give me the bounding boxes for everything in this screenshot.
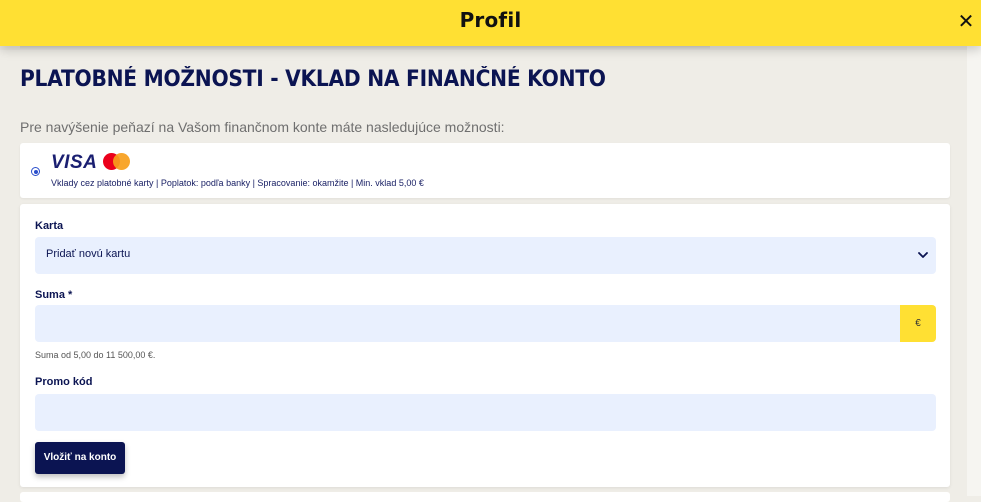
amount-label: Suma * <box>35 289 73 301</box>
scroll-edge <box>0 46 981 50</box>
deposit-form: Karta Pridať novú kartu Suma * € Suma od… <box>20 204 950 487</box>
card-label: Karta <box>35 220 64 232</box>
next-payment-method-card[interactable] <box>20 492 950 502</box>
deposit-submit-button[interactable]: Vložiť na konto <box>35 442 125 474</box>
scrollbar-track[interactable] <box>967 46 981 496</box>
visa-logo: VISA <box>51 152 98 173</box>
payment-method-description: Vklady cez platobné karty | Poplatok: po… <box>51 178 424 188</box>
chevron-down-icon <box>918 252 928 258</box>
promo-code-field[interactable] <box>35 394 936 431</box>
card-select[interactable]: Pridať novú kartu <box>35 237 936 274</box>
promo-label: Promo kód <box>35 376 93 388</box>
card-select-value: Pridať novú kartu <box>46 248 131 260</box>
payment-method-card[interactable]: VISA Vklady cez platobné karty | Poplato… <box>20 143 950 198</box>
amount-field[interactable]: € <box>35 305 936 342</box>
page-title: Profil <box>459 8 522 32</box>
mastercard-icon <box>103 153 130 170</box>
amount-hint: Suma od 5,00 do 11 500,00 €. <box>35 350 156 360</box>
header-bar: Profil ✕ <box>0 0 981 46</box>
payment-method-radio[interactable] <box>31 167 40 176</box>
section-heading: PLATOBNÉ MOŽNOSTI - VKLAD NA FINANČNÉ KO… <box>20 67 606 92</box>
intro-text: Pre navýšenie peňazí na Vašom finančnom … <box>20 119 505 135</box>
currency-badge: € <box>900 305 936 342</box>
close-icon[interactable]: ✕ <box>955 9 977 35</box>
